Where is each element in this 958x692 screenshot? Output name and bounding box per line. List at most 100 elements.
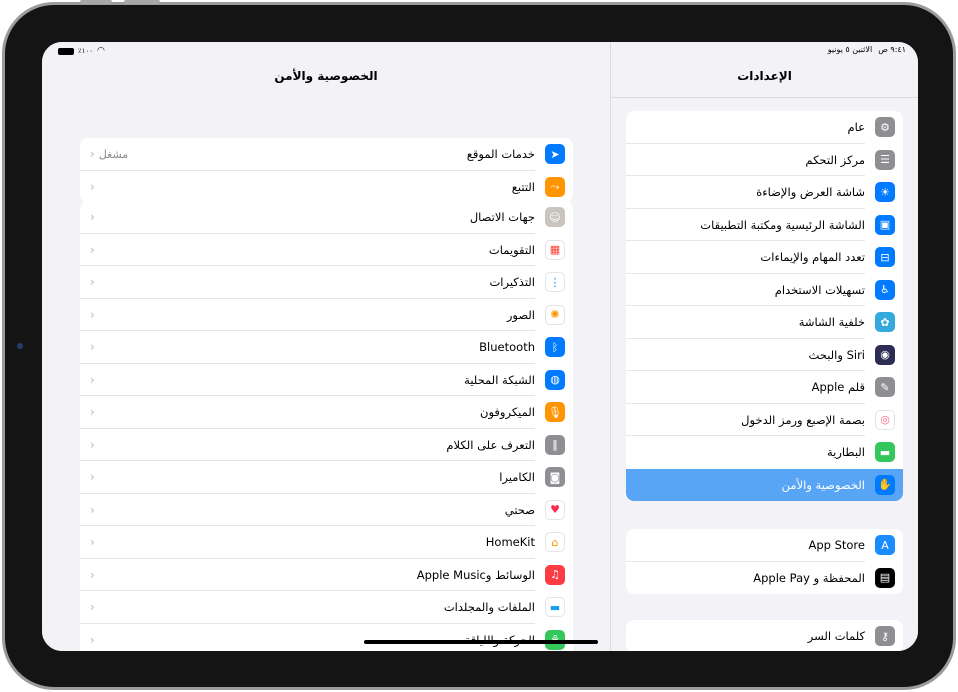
item-label: HomeKit — [485, 535, 535, 550]
contacts-icon: ☺ — [545, 207, 565, 228]
list-item[interactable]: ⚷ كلمات السر — [626, 620, 903, 651]
home-indicator[interactable] — [364, 640, 598, 644]
chevron-icon: ‹ — [90, 372, 95, 387]
list-item[interactable]: ‖ التعرف على الكلام ‹ — [80, 429, 573, 461]
list-item[interactable]: ◍ الشبكة المحلية ‹ — [80, 364, 573, 396]
bluetooth-icon: ᛒ — [545, 337, 565, 358]
list-item[interactable]: A App Store — [626, 529, 903, 562]
list-item[interactable]: ✺ الصور ‹ — [80, 299, 573, 331]
item-label: تعدد المهام والإيماءات — [760, 250, 865, 265]
screen: ٪١٠٠ ◠ الخصوصية والأمن ➤ خدمات الموقع مشغل… — [42, 42, 918, 651]
list-item[interactable]: ♫ الوسائط وApple Music ‹ — [80, 559, 573, 591]
item-value: مشغل — [98, 147, 129, 161]
home-screen-icon: ▣ — [875, 214, 895, 235]
list-item[interactable]: ♥ صحتي ‹ — [80, 494, 573, 526]
list-item[interactable]: ☺ جهات الاتصال ‹ — [80, 201, 573, 234]
item-label: شاشة العرض والإضاءة — [756, 185, 865, 200]
item-label: الشاشة الرئيسية ومكتبة التطبيقات — [700, 217, 865, 232]
list-item[interactable]: ⚘الحركة واللياقة‹ — [80, 624, 573, 652]
volume-button — [80, 0, 112, 4]
list-item[interactable]: ᛒ Bluetooth ‹ — [80, 331, 573, 364]
waveform-icon: ‖ — [545, 434, 565, 455]
item-label: التتبع — [511, 179, 535, 194]
tracking-icon: ⤳ — [545, 176, 565, 197]
item-label: الخصوصية والأمن — [781, 477, 865, 492]
chevron-icon: ‹ — [90, 147, 95, 162]
toggles-icon: ☰ — [875, 149, 895, 170]
status-date: الاثنين ٥ يونيو — [827, 45, 873, 54]
item-label: البطارية — [826, 445, 865, 460]
chevron-icon: ‹ — [90, 340, 95, 355]
list-item[interactable]: ▦ التقويمات ‹ — [80, 234, 573, 266]
photos-icon: ✺ — [545, 304, 565, 325]
list-item[interactable]: ✎ قلم Apple — [626, 371, 903, 404]
item-label: App Store — [808, 538, 865, 553]
chevron-icon: ‹ — [90, 210, 95, 225]
item-label: Siri والبحث — [808, 347, 865, 362]
store-wallet-group: A App Store ▤ المحفظة و Apple Pay — [626, 529, 903, 594]
item-label: عام — [847, 120, 866, 135]
microphone-icon: 🎙 — [545, 402, 565, 423]
item-label: الصور — [506, 307, 535, 322]
list-item[interactable]: ⚙ عام — [626, 111, 903, 144]
system-settings-group: ⚙ عام ☰ مركز التحكم ☀ شاشة العرض والإضاءة ▣ الش… — [626, 111, 903, 501]
status-bar-right-cluster: ٪١٠٠ ◠ — [58, 46, 105, 56]
item-label: التقويمات — [488, 242, 535, 257]
list-item[interactable]: ▬ الملفات والمجلدات ‹ — [80, 591, 573, 624]
app-store-icon: A — [875, 535, 895, 556]
chevron-icon: ‹ — [90, 535, 95, 550]
list-item[interactable]: ➤ خدمات الموقع مشغل ‹ — [80, 138, 573, 171]
location-tracking-group: ➤ خدمات الموقع مشغل ‹ ⤳ التتبع ‹ — [80, 138, 573, 203]
multitasking-icon: ⊟ — [875, 247, 895, 268]
front-camera — [17, 343, 23, 349]
list-item[interactable]: ✿ خلفية الشاشة — [626, 306, 903, 339]
chevron-icon: ‹ — [90, 242, 95, 257]
chevron-icon: ‹ — [90, 437, 95, 452]
chevron-icon: ‹ — [90, 567, 95, 582]
item-label: Bluetooth — [479, 340, 535, 355]
heart-icon: ♥ — [545, 499, 565, 520]
item-label: الوسائط وApple Music — [416, 567, 535, 582]
location-arrow-icon: ➤ — [545, 144, 565, 165]
item-label: الكاميرا — [499, 470, 535, 485]
list-item[interactable]: ☰ مركز التحكم — [626, 144, 903, 176]
wallet-icon: ▤ — [875, 567, 895, 588]
chevron-icon: ‹ — [90, 470, 95, 485]
camera-icon: ◙ — [545, 467, 565, 488]
reminders-icon: ⋮ — [545, 272, 565, 293]
list-item[interactable]: ▬ البطارية — [626, 436, 903, 469]
list-item[interactable]: ♿ تسهيلات الاستخدام — [626, 274, 903, 306]
sidebar-title: الإعدادات — [737, 69, 792, 83]
chevron-icon: ‹ — [90, 179, 95, 194]
status-bar-left-cluster: ٩:٤١ ص الاثنين ٥ يونيو — [828, 45, 906, 54]
list-item[interactable]: ▣ الشاشة الرئيسية ومكتبة التطبيقات — [626, 209, 903, 241]
key-icon: ⚷ — [875, 626, 895, 647]
list-item[interactable]: ⊟ تعدد المهام والإيماءات — [626, 241, 903, 274]
chevron-icon: ‹ — [90, 600, 95, 615]
list-item[interactable]: ✋ الخصوصية والأمن — [626, 468, 903, 501]
item-label: خلفية الشاشة — [798, 315, 865, 330]
folder-icon: ▬ — [545, 597, 565, 618]
list-item[interactable]: ◎ بصمة الإصبع ورمز الدخول — [626, 404, 903, 436]
item-label: صحتي — [504, 502, 535, 517]
item-label: الميكروفون — [480, 405, 535, 420]
list-item[interactable]: ◉ Siri والبحث — [626, 339, 903, 371]
chevron-icon: ‹ — [90, 632, 95, 647]
item-label: جهات الاتصال — [469, 210, 535, 225]
battery-icon: ▬ — [875, 442, 895, 463]
list-item[interactable]: ⤳ التتبع ‹ — [80, 171, 573, 204]
list-item[interactable]: ▤ المحفظة و Apple Pay — [626, 562, 903, 595]
list-item[interactable]: ☀ شاشة العرض والإضاءة — [626, 176, 903, 209]
item-label: تسهيلات الاستخدام — [774, 282, 865, 297]
item-label: الشبكة المحلية — [464, 372, 535, 387]
accessibility-icon: ♿ — [875, 279, 895, 300]
list-item[interactable]: ⋮ التذكيرات ‹ — [80, 266, 573, 299]
list-item[interactable]: ⌂ HomeKit ‹ — [80, 526, 573, 559]
list-item[interactable]: ◙ الكاميرا ‹ — [80, 461, 573, 494]
privacy-detail-pane: ٪١٠٠ ◠ الخصوصية والأمن ➤ خدمات الموقع مشغل… — [42, 42, 616, 652]
list-item[interactable]: 🎙 الميكروفون ‹ — [80, 396, 573, 429]
item-label: الملفات والمجلدات — [443, 600, 535, 615]
chevron-icon: ‹ — [90, 307, 95, 322]
nav-divider — [611, 97, 918, 98]
calendar-icon: ▦ — [545, 239, 565, 260]
